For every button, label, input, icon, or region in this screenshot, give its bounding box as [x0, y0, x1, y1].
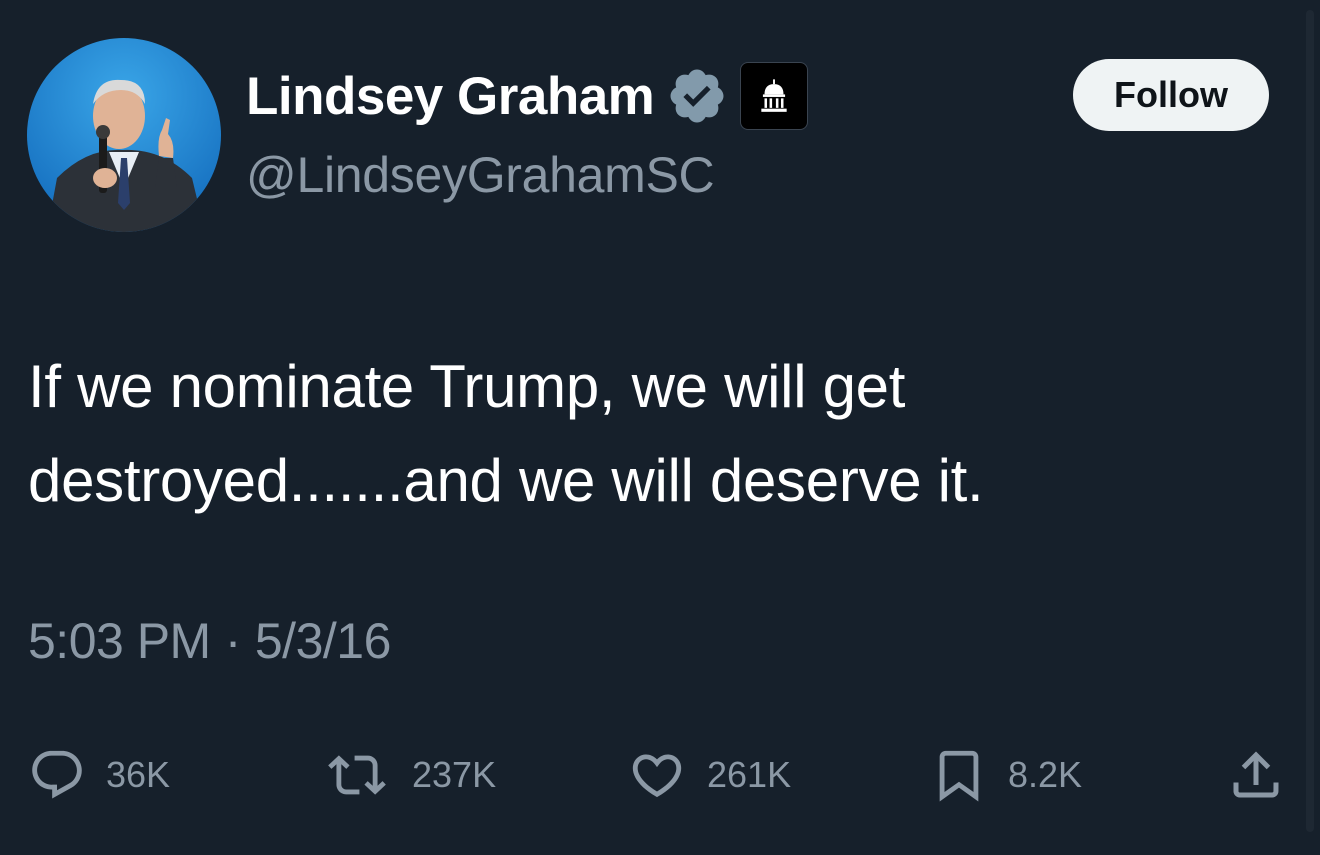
- tweet-time[interactable]: 5:03 PM: [28, 612, 211, 670]
- like-button[interactable]: 261K: [627, 740, 791, 810]
- avatar[interactable]: [27, 38, 221, 232]
- verified-badge-icon[interactable]: [666, 65, 728, 127]
- reply-button[interactable]: 36K: [28, 740, 170, 810]
- tweet-date[interactable]: 5/3/16: [255, 612, 392, 670]
- reply-count: 36K: [106, 754, 171, 795]
- tweet-text: If we nominate Trump, we will get destro…: [28, 353, 984, 514]
- follow-button[interactable]: Follow: [1073, 59, 1269, 131]
- share-icon: [1226, 745, 1286, 805]
- bookmark-icon: [930, 746, 988, 804]
- tweet-timestamp[interactable]: 5:03 PM · 5/3/16: [28, 612, 391, 670]
- repost-icon: [322, 746, 392, 804]
- bookmark-count: 8.2K: [1008, 754, 1083, 795]
- government-affiliation-icon[interactable]: [740, 62, 809, 130]
- heart-icon: [627, 746, 687, 804]
- like-count: 261K: [707, 754, 792, 795]
- repost-button[interactable]: 237K: [322, 740, 496, 810]
- timestamp-separator: ·: [224, 613, 242, 669]
- share-button[interactable]: [1226, 740, 1286, 810]
- author-handle[interactable]: @LindseyGrahamSC: [246, 146, 715, 204]
- author-name[interactable]: Lindsey Graham: [246, 66, 655, 127]
- repost-count: 237K: [412, 754, 497, 795]
- reply-icon: [28, 746, 86, 804]
- bookmark-button[interactable]: 8.2K: [930, 740, 1082, 810]
- author-header: Lindsey Graham: [246, 60, 809, 132]
- tweet-actions: 36K 237K 261K 8.2K: [0, 740, 1320, 810]
- scrollbar[interactable]: [1306, 10, 1314, 832]
